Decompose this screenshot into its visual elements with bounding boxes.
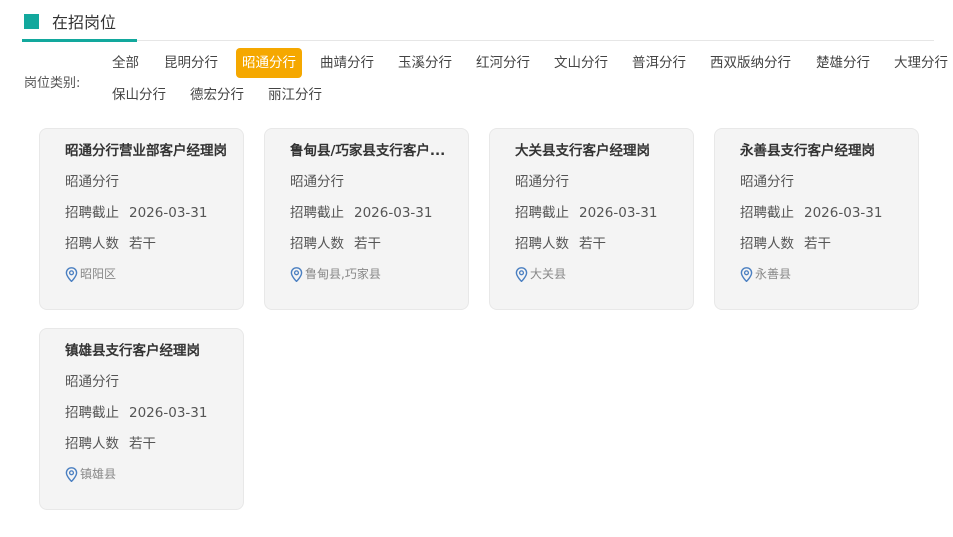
job-headcount: 招聘人数 若干 [740,234,831,254]
location-text: 镇雄县 [80,467,117,481]
location-pin-icon [740,266,753,282]
headcount-value: 若干 [804,236,831,252]
location-text: 永善县 [755,267,792,281]
tab-yuxi[interactable]: 玉溪分行 [392,48,458,78]
job-deadline: 招聘截止 2026-03-31 [65,403,207,423]
location-pin-icon [65,266,78,282]
tab-lijiang[interactable]: 丽江分行 [262,80,328,110]
header-divider [22,40,934,41]
job-title: 鲁甸县/巧家县支行客户... [290,143,446,159]
job-branch: 昭通分行 [65,174,119,190]
job-title: 镇雄县支行客户经理岗 [65,343,200,359]
deadline-label: 招聘截止 [740,205,794,221]
tab-qujing[interactable]: 曲靖分行 [314,48,380,78]
square-marker-icon [24,14,39,29]
section-title: 在招岗位 [52,13,117,32]
location-text: 大关县 [530,267,567,281]
headcount-label: 招聘人数 [515,236,569,252]
location-text: 昭阳区 [80,267,117,281]
location-pin-icon [515,266,528,282]
headcount-value: 若干 [129,436,156,452]
tab-puer[interactable]: 普洱分行 [626,48,692,78]
tab-zhaotong[interactable]: 昭通分行 [236,48,302,78]
headcount-label: 招聘人数 [65,236,119,252]
location-text: 鲁甸县,巧家县 [305,267,381,281]
deadline-value: 2026-03-31 [129,405,208,421]
deadline-value: 2026-03-31 [804,205,883,221]
deadline-label: 招聘截止 [515,205,569,221]
job-deadline: 招聘截止 2026-03-31 [290,203,432,223]
job-branch: 昭通分行 [515,174,569,190]
job-deadline: 招聘截止 2026-03-31 [65,203,207,223]
location-pin-icon [290,266,303,282]
headcount-label: 招聘人数 [740,236,794,252]
job-location: 鲁甸县,巧家县 [290,265,381,283]
job-branch: 昭通分行 [65,374,119,390]
deadline-label: 招聘截止 [290,205,344,221]
headcount-value: 若干 [579,236,606,252]
headcount-value: 若干 [129,236,156,252]
tab-xishuangbanna[interactable]: 西双版纳分行 [704,48,797,78]
job-branch: 昭通分行 [290,174,344,190]
job-card[interactable]: 大关县支行客户经理岗 昭通分行 招聘截止 2026-03-31 招聘人数 若干 大关… [489,128,694,310]
job-location: 昭阳区 [65,265,116,283]
deadline-label: 招聘截止 [65,405,119,421]
job-card[interactable]: 镇雄县支行客户经理岗 昭通分行 招聘截止 2026-03-31 招聘人数 若干 镇雄… [39,328,244,510]
deadline-label: 招聘截止 [65,205,119,221]
tab-dali[interactable]: 大理分行 [888,48,953,78]
job-headcount: 招聘人数 若干 [515,234,606,254]
tab-kunming[interactable]: 昆明分行 [158,48,224,78]
job-headcount: 招聘人数 若干 [65,434,156,454]
deadline-value: 2026-03-31 [129,205,208,221]
headcount-label: 招聘人数 [290,236,344,252]
job-headcount: 招聘人数 若干 [65,234,156,254]
job-location: 永善县 [740,265,791,283]
tab-honghe[interactable]: 红河分行 [470,48,536,78]
tab-wenshan[interactable]: 文山分行 [548,48,614,78]
job-title: 永善县支行客户经理岗 [740,143,875,159]
job-location: 镇雄县 [65,465,116,483]
job-card[interactable]: 鲁甸县/巧家县支行客户... 昭通分行 招聘截止 2026-03-31 招聘人数若… [264,128,469,310]
job-card[interactable]: 昭通分行营业部客户经理岗 昭通分行 招聘截止 2026-03-31 招聘人数 若干 … [39,128,244,310]
section-header: 在招岗位 [22,10,934,42]
job-headcount: 招聘人数 若干 [290,234,381,254]
tab-all[interactable]: 全部 [106,48,145,78]
location-pin-icon [65,466,78,482]
tab-dehong[interactable]: 德宏分行 [184,80,250,110]
job-title: 大关县支行客户经理岗 [515,143,650,159]
tab-chuxiong[interactable]: 楚雄分行 [810,48,876,78]
tab-baoshan[interactable]: 保山分行 [106,80,172,110]
job-branch: 昭通分行 [740,174,794,190]
job-deadline: 招聘截止 2026-03-31 [515,203,657,223]
job-card[interactable]: 永善县支行客户经理岗 昭通分行 招聘截止 2026-03-31 招聘人数 若干 永善… [714,128,919,310]
filter-label: 岗位类别: [24,76,81,91]
headcount-value: 若干 [354,236,381,252]
deadline-value: 2026-03-31 [354,205,433,221]
job-location: 大关县 [515,265,566,283]
deadline-value: 2026-03-31 [579,205,658,221]
headcount-label: 招聘人数 [65,436,119,452]
header-accent-underline [22,39,137,42]
job-deadline: 招聘截止 2026-03-31 [740,203,882,223]
job-title: 昭通分行营业部客户经理岗 [65,143,227,159]
branch-filter-tabs: 全部 昆明分行 昭通分行 曲靖分行 玉溪分行 红河分行 文山分行 普洱分行 西双… [106,48,953,110]
